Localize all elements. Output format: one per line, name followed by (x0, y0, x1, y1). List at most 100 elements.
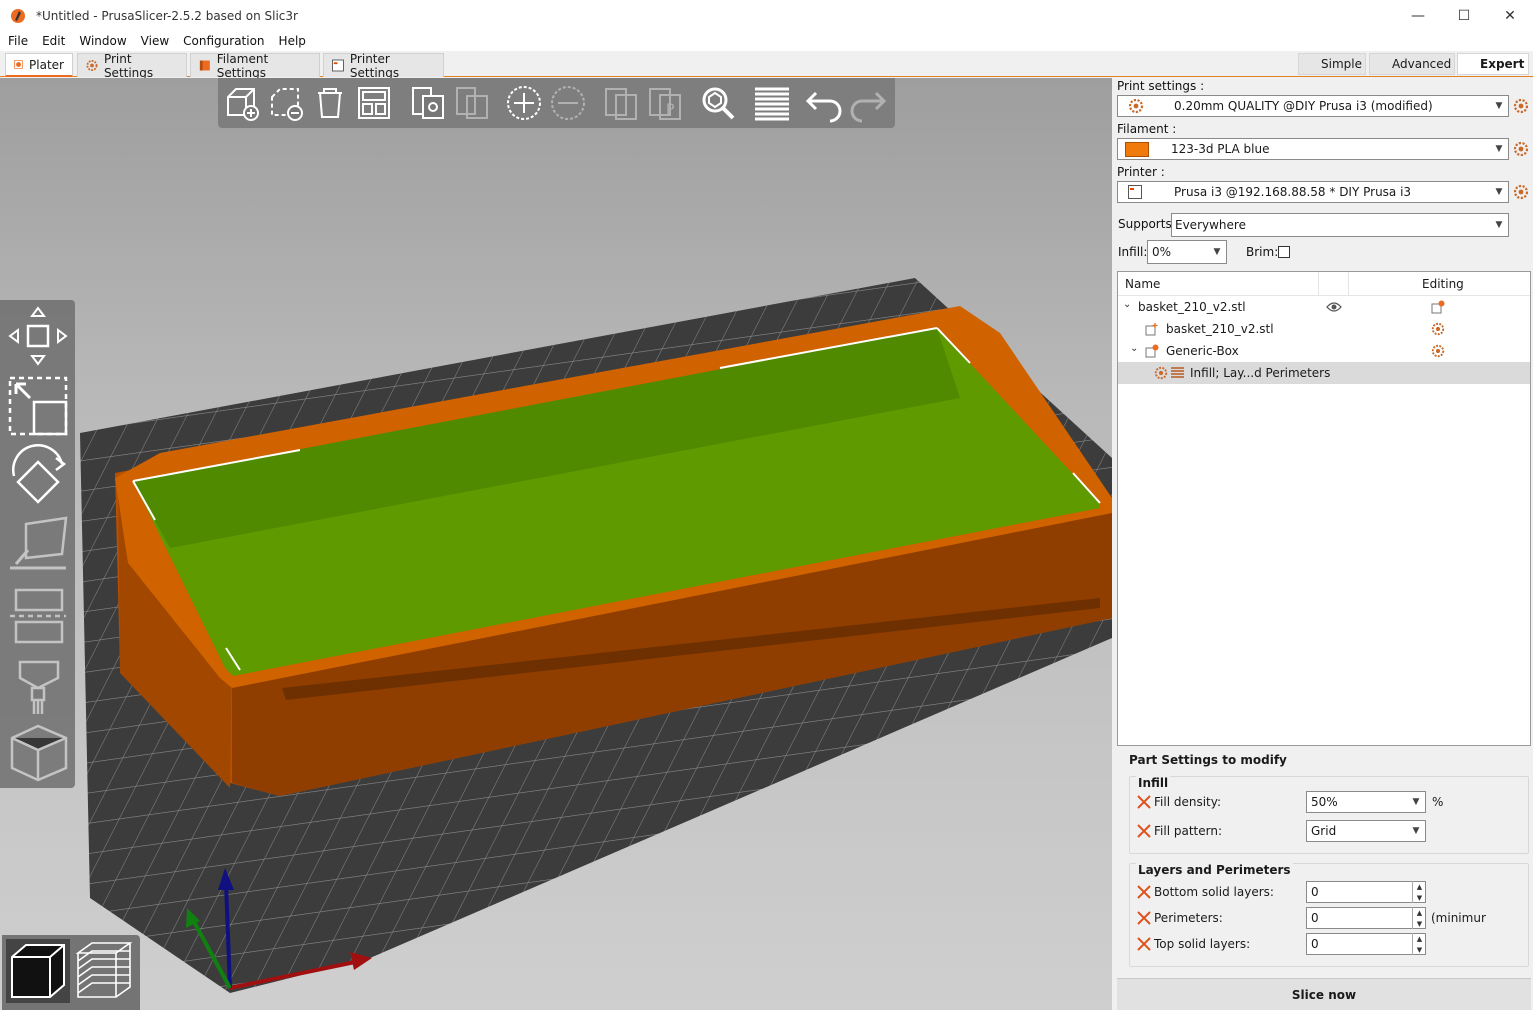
object-row-basket[interactable]: ⌄ basket_210_v2.stl (1118, 296, 1530, 318)
add-part-icon[interactable] (1431, 300, 1445, 314)
tab-printer-settings[interactable]: Printer Settings (323, 52, 444, 80)
layer-editing-icon[interactable] (752, 83, 792, 123)
brim-checkbox[interactable] (1278, 246, 1290, 258)
mode-simple-label: Simple (1321, 57, 1362, 71)
printer-combo[interactable]: Prusa i3 @192.168.88.58 * DIY Prusa i3 ▼ (1117, 181, 1509, 203)
menu-window[interactable]: Window (79, 34, 126, 48)
part-settings-panel: Part Settings to modify Infill Fill dens… (1115, 751, 1533, 977)
printer-label: Printer : (1117, 165, 1165, 179)
bottom-solid-layers-input[interactable]: 0 (1306, 881, 1426, 903)
print-settings-value: 0.20mm QUALITY @DIY Prusa i3 (modified) (1174, 99, 1433, 113)
settings-gear-icon[interactable] (1431, 322, 1445, 336)
perimeters-unit: (minimur (1431, 911, 1486, 925)
mode-advanced-label: Advanced (1392, 57, 1452, 71)
rotate-icon[interactable] (6, 444, 70, 508)
plater-icon (14, 59, 24, 70)
object-list: Name Editing ⌄ basket_210_v2.stl basket_… (1117, 271, 1531, 746)
collapse-chevron-icon[interactable]: ⌄ (1130, 343, 1138, 354)
fill-density-row: Fill density: 50% ▼ % (1136, 791, 1526, 813)
copy-icon[interactable] (408, 83, 448, 123)
remove-setting-x-icon[interactable] (1136, 936, 1152, 952)
split-parts-icon[interactable]: P (646, 83, 686, 123)
filament-combo[interactable]: 123-3d PLA blue ▼ (1117, 138, 1509, 160)
remove-setting-x-icon[interactable] (1136, 884, 1152, 900)
delete-all-icon[interactable] (310, 83, 350, 123)
3d-viewport[interactable]: P (0, 78, 1112, 1010)
tab-plater-label: Plater (29, 57, 64, 72)
place-on-face-icon[interactable] (6, 514, 70, 578)
paste-icon[interactable] (452, 83, 492, 123)
perimeters-input[interactable]: 0 (1306, 907, 1426, 929)
delete-object-icon[interactable] (266, 83, 306, 123)
remove-setting-x-icon[interactable] (1136, 794, 1152, 810)
fill-density-combo[interactable]: 50% ▼ (1306, 791, 1426, 813)
add-object-icon[interactable] (222, 83, 262, 123)
title-bar: *Untitled - PrusaSlicer-2.5.2 based on S… (0, 0, 1533, 31)
redo-icon[interactable] (848, 83, 888, 123)
part-row-basket[interactable]: basket_210_v2.stl (1118, 318, 1530, 340)
chevron-down-icon: ▼ (1213, 247, 1221, 257)
maximize-button[interactable]: ☐ (1441, 0, 1487, 31)
search-icon[interactable] (698, 83, 738, 123)
menu-configuration[interactable]: Configuration (183, 34, 264, 48)
slice-now-button[interactable]: Slice now (1117, 978, 1531, 1010)
perimeters-spin-buttons[interactable]: ▲ ▼ (1412, 907, 1426, 929)
cut-icon[interactable] (6, 584, 70, 648)
menu-help[interactable]: Help (279, 34, 306, 48)
chevron-down-icon: ▼ (1495, 220, 1503, 230)
mode-simple-button[interactable]: Simple (1298, 53, 1366, 75)
remove-setting-x-icon[interactable] (1136, 910, 1152, 926)
fill-density-unit: % (1432, 795, 1444, 809)
menu-edit[interactable]: Edit (42, 34, 65, 48)
edit-printer-gear-icon[interactable] (1513, 184, 1529, 200)
eye-icon[interactable] (1326, 301, 1342, 313)
settings-row-infill-layers[interactable]: Infill; Lay...d Perimeters (1118, 362, 1530, 384)
arrange-icon[interactable] (354, 83, 394, 123)
scale-icon[interactable] (6, 374, 70, 438)
paint-supports-icon[interactable] (6, 654, 70, 718)
menu-file[interactable]: File (8, 34, 28, 48)
infill-combo[interactable]: 0% ▼ (1147, 240, 1227, 264)
bottom-spin-buttons[interactable]: ▲ ▼ (1412, 881, 1426, 903)
undo-icon[interactable] (804, 83, 844, 123)
settings-gear-icon[interactable] (1431, 344, 1445, 358)
column-name[interactable]: Name (1125, 277, 1160, 291)
modifier-row-generic-box[interactable]: ⌄ Generic-Box (1118, 340, 1530, 362)
tab-plater[interactable]: Plater (5, 53, 73, 77)
top-spin-buttons[interactable]: ▲ ▼ (1412, 933, 1426, 955)
mode-expert-button[interactable]: Expert (1457, 53, 1529, 75)
top-toolbar: P (218, 78, 895, 128)
scene-canvas[interactable] (0, 78, 1112, 1010)
add-instance-icon[interactable] (504, 83, 544, 123)
close-button[interactable]: ✕ (1487, 0, 1533, 31)
preview-icon[interactable] (72, 939, 136, 1003)
print-settings-combo[interactable]: 0.20mm QUALITY @DIY Prusa i3 (modified) … (1117, 95, 1509, 117)
remove-instance-icon[interactable] (548, 83, 588, 123)
tab-print-settings[interactable]: Print Settings (77, 52, 187, 80)
edit-filament-gear-icon[interactable] (1513, 141, 1529, 157)
measure-icon[interactable] (6, 720, 70, 784)
spool-icon (199, 60, 210, 71)
view-switch (2, 935, 140, 1010)
tab-filament-settings[interactable]: Filament Settings (190, 52, 320, 80)
minimize-button[interactable]: — (1395, 0, 1441, 31)
split-objects-icon[interactable] (602, 83, 642, 123)
3d-view-icon[interactable] (6, 939, 70, 1003)
column-editing[interactable]: Editing (1422, 277, 1464, 291)
top-solid-layers-input[interactable]: 0 (1306, 933, 1426, 955)
gear-icon (1154, 366, 1168, 380)
edit-print-settings-gear-icon[interactable] (1513, 98, 1529, 114)
fill-pattern-combo[interactable]: Grid ▼ (1306, 820, 1426, 842)
collapse-chevron-icon[interactable]: ⌄ (1123, 299, 1131, 310)
move-icon[interactable] (6, 304, 70, 368)
layers-group-title: Layers and Perimeters (1136, 863, 1293, 877)
supports-combo[interactable]: Everywhere ▼ (1171, 213, 1509, 237)
layers-perimeters-group: Layers and Perimeters Bottom solid layer… (1129, 863, 1529, 967)
object-list-header: Name Editing (1118, 272, 1530, 296)
chevron-down-icon: ▼ (1495, 187, 1503, 197)
mode-advanced-button[interactable]: Advanced (1369, 53, 1455, 75)
svg-text:P: P (666, 102, 674, 118)
infill-label: Infill: (1118, 245, 1148, 259)
menu-view[interactable]: View (141, 34, 169, 48)
remove-setting-x-icon[interactable] (1136, 823, 1152, 839)
